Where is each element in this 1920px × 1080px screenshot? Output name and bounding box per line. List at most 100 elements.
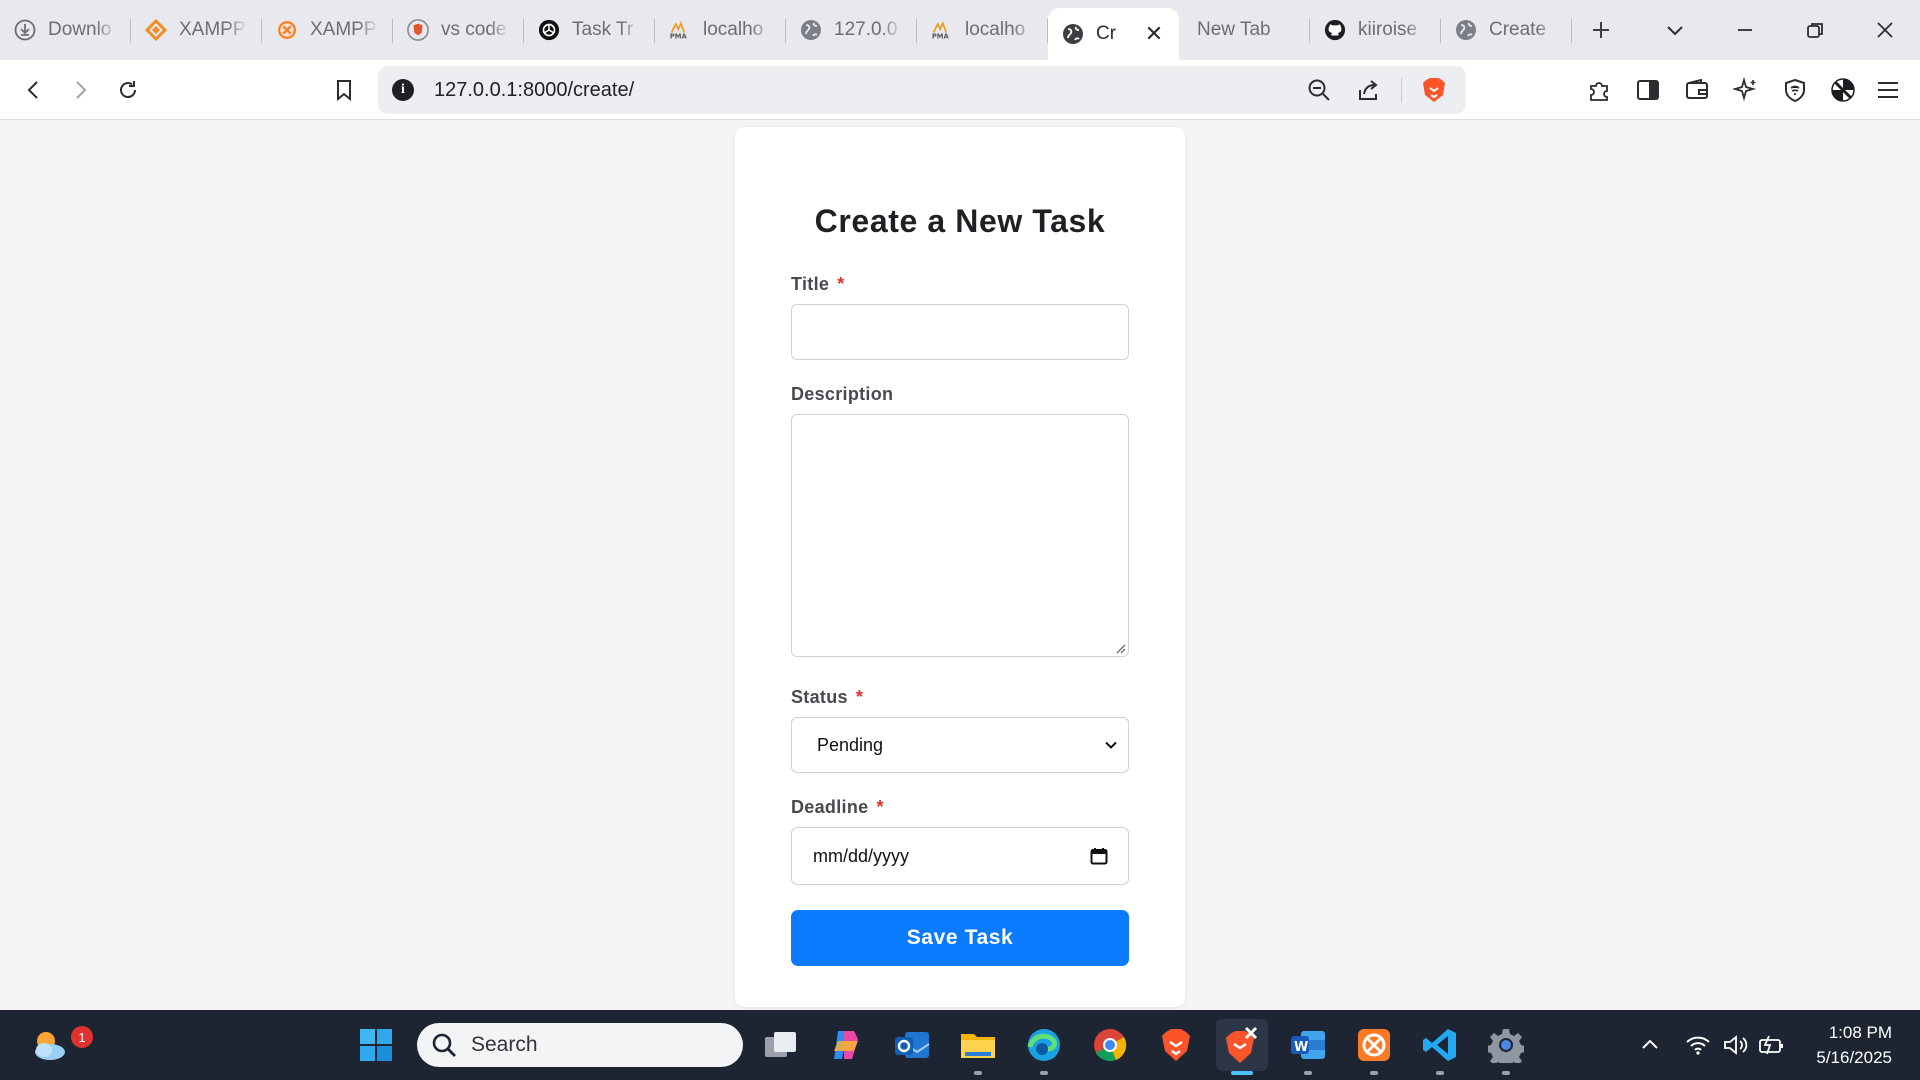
wallet-icon xyxy=(1686,78,1708,99)
status-label-text: Status xyxy=(791,687,848,707)
required-marker: * xyxy=(876,797,884,817)
arrow-right-icon xyxy=(76,81,87,99)
edge-app[interactable] xyxy=(1018,1019,1070,1075)
brave-shields-button[interactable] xyxy=(1416,72,1452,108)
title-input[interactable] xyxy=(791,304,1129,360)
bookmark-button[interactable] xyxy=(324,70,364,110)
weather-widget[interactable]: 1 xyxy=(24,1019,93,1071)
tab-title: 127.0.0 xyxy=(834,19,898,40)
brave-app[interactable] xyxy=(1150,1019,1202,1071)
show-hidden-icons-button[interactable] xyxy=(1630,1035,1670,1055)
clock-date: 5/16/2025 xyxy=(1816,1048,1892,1067)
chevron-up-icon xyxy=(1642,1039,1658,1049)
tab-127-0-0[interactable]: 127.0.0 xyxy=(786,7,917,53)
tab-localhost-2[interactable]: PMA localho xyxy=(917,7,1048,53)
battery-button[interactable] xyxy=(1754,1034,1790,1056)
close-tab-icon[interactable]: ✕ xyxy=(1143,21,1165,47)
sidebar-button[interactable] xyxy=(1628,70,1668,110)
tab-title: Create xyxy=(1489,19,1547,40)
wallet-button[interactable] xyxy=(1677,70,1717,110)
restore-button[interactable] xyxy=(1780,0,1850,60)
tab-title: localho xyxy=(703,19,764,40)
tab-task-tracker[interactable]: Task Tr xyxy=(524,7,655,53)
required-marker: * xyxy=(837,274,845,294)
clock-time: 1:08 PM xyxy=(1828,1023,1892,1042)
reload-button[interactable] xyxy=(108,70,148,110)
tab-xampp-2[interactable]: XAMPP xyxy=(262,7,393,53)
close-window-button[interactable] xyxy=(1850,0,1920,60)
tab-vs-code[interactable]: vs code xyxy=(393,7,524,53)
description-textarea[interactable] xyxy=(791,414,1129,657)
word-app[interactable]: W xyxy=(1282,1019,1334,1075)
site-info-icon[interactable]: i xyxy=(392,79,414,101)
notification-badge: 1 xyxy=(71,1026,93,1048)
save-task-button[interactable]: Save Task xyxy=(791,910,1129,966)
zoom-button[interactable] xyxy=(1301,72,1337,108)
tab-create-2[interactable]: Create xyxy=(1441,7,1572,53)
extensions-button[interactable] xyxy=(1580,70,1620,110)
tab-xampp-1[interactable]: XAMPP xyxy=(131,7,262,53)
share-button[interactable] xyxy=(1351,72,1387,108)
main-menu-button[interactable] xyxy=(1868,70,1908,110)
new-tab-button[interactable] xyxy=(1572,7,1630,53)
running-indicator xyxy=(1436,1071,1444,1075)
settings-app[interactable] xyxy=(1480,1019,1532,1075)
chrome-icon xyxy=(1094,1029,1127,1062)
forward-button[interactable] xyxy=(60,70,100,110)
phpmyadmin-icon: PMA xyxy=(669,19,691,41)
tab-create-active[interactable]: Cr ✕ xyxy=(1048,8,1179,60)
tab-search-button[interactable] xyxy=(1640,0,1710,60)
tab-title: Cr xyxy=(1096,23,1117,44)
chrome-app[interactable] xyxy=(1084,1019,1136,1071)
vscode-icon xyxy=(1423,1029,1456,1061)
copilot-app[interactable] xyxy=(820,1019,872,1071)
tab-new-tab[interactable]: New Tab xyxy=(1179,7,1310,53)
vpn-button[interactable] xyxy=(1775,70,1815,110)
leo-ai-button[interactable] xyxy=(1726,70,1766,110)
file-explorer-app[interactable] xyxy=(952,1019,1004,1075)
weather-cloud-sun-icon xyxy=(35,1032,65,1060)
minimize-button[interactable] xyxy=(1710,0,1780,60)
sidebar-icon xyxy=(1637,80,1659,100)
running-indicator xyxy=(1370,1071,1378,1075)
task-view-button[interactable] xyxy=(755,1019,807,1071)
brave-lion-icon xyxy=(1162,1029,1190,1061)
brave-active-app[interactable] xyxy=(1216,1019,1268,1075)
globe-icon xyxy=(800,19,822,41)
deadline-date-input[interactable]: mm/dd/yyyy xyxy=(791,827,1129,885)
xampp-app[interactable] xyxy=(1348,1019,1400,1075)
tab-title: Downlo xyxy=(48,19,112,40)
battery-charging-icon xyxy=(1759,1035,1783,1055)
create-task-card: Create a New Task Title * Description Sta… xyxy=(735,127,1185,1007)
volume-button[interactable] xyxy=(1718,1034,1754,1056)
start-button[interactable] xyxy=(350,1019,402,1071)
back-button[interactable] xyxy=(14,70,54,110)
tab-localhost-1[interactable]: PMA localho xyxy=(655,7,786,53)
status-select[interactable]: Pending xyxy=(791,717,1129,773)
hamburger-menu-icon xyxy=(1878,82,1898,98)
tab-title: New Tab xyxy=(1197,19,1271,40)
tab-github[interactable]: kiiroise xyxy=(1310,7,1441,53)
edge-icon xyxy=(1027,1029,1060,1061)
tab-strip: Downlo XAMPP XAMPP vs code Task Tr PMA l… xyxy=(0,0,1920,60)
wifi-button[interactable] xyxy=(1678,1034,1718,1056)
calendar-icon[interactable] xyxy=(1090,847,1108,865)
outlook-app[interactable] xyxy=(886,1019,938,1071)
search-icon xyxy=(432,1033,456,1057)
title-label: Title * xyxy=(791,274,845,295)
task-view-icon xyxy=(765,1032,796,1057)
resize-handle-icon[interactable] xyxy=(1114,642,1126,654)
address-bar[interactable]: i 127.0.0.1:8000/create/ xyxy=(378,66,1466,114)
running-indicator xyxy=(1040,1071,1048,1075)
taskbar-search-box[interactable]: Search xyxy=(417,1023,743,1067)
profile-button[interactable] xyxy=(1823,70,1863,110)
tab-title: Task Tr xyxy=(572,19,634,40)
description-label: Description xyxy=(791,384,894,404)
profile-avatar-icon xyxy=(1831,78,1855,102)
close-icon xyxy=(1877,22,1893,38)
vscode-app[interactable] xyxy=(1414,1019,1466,1075)
url-text[interactable]: 127.0.0.1:8000/create/ xyxy=(434,79,1301,102)
openai-icon xyxy=(538,19,560,41)
clock[interactable]: 1:08 PM 5/16/2025 xyxy=(1816,1020,1892,1070)
tab-downloads[interactable]: Downlo xyxy=(0,7,131,53)
